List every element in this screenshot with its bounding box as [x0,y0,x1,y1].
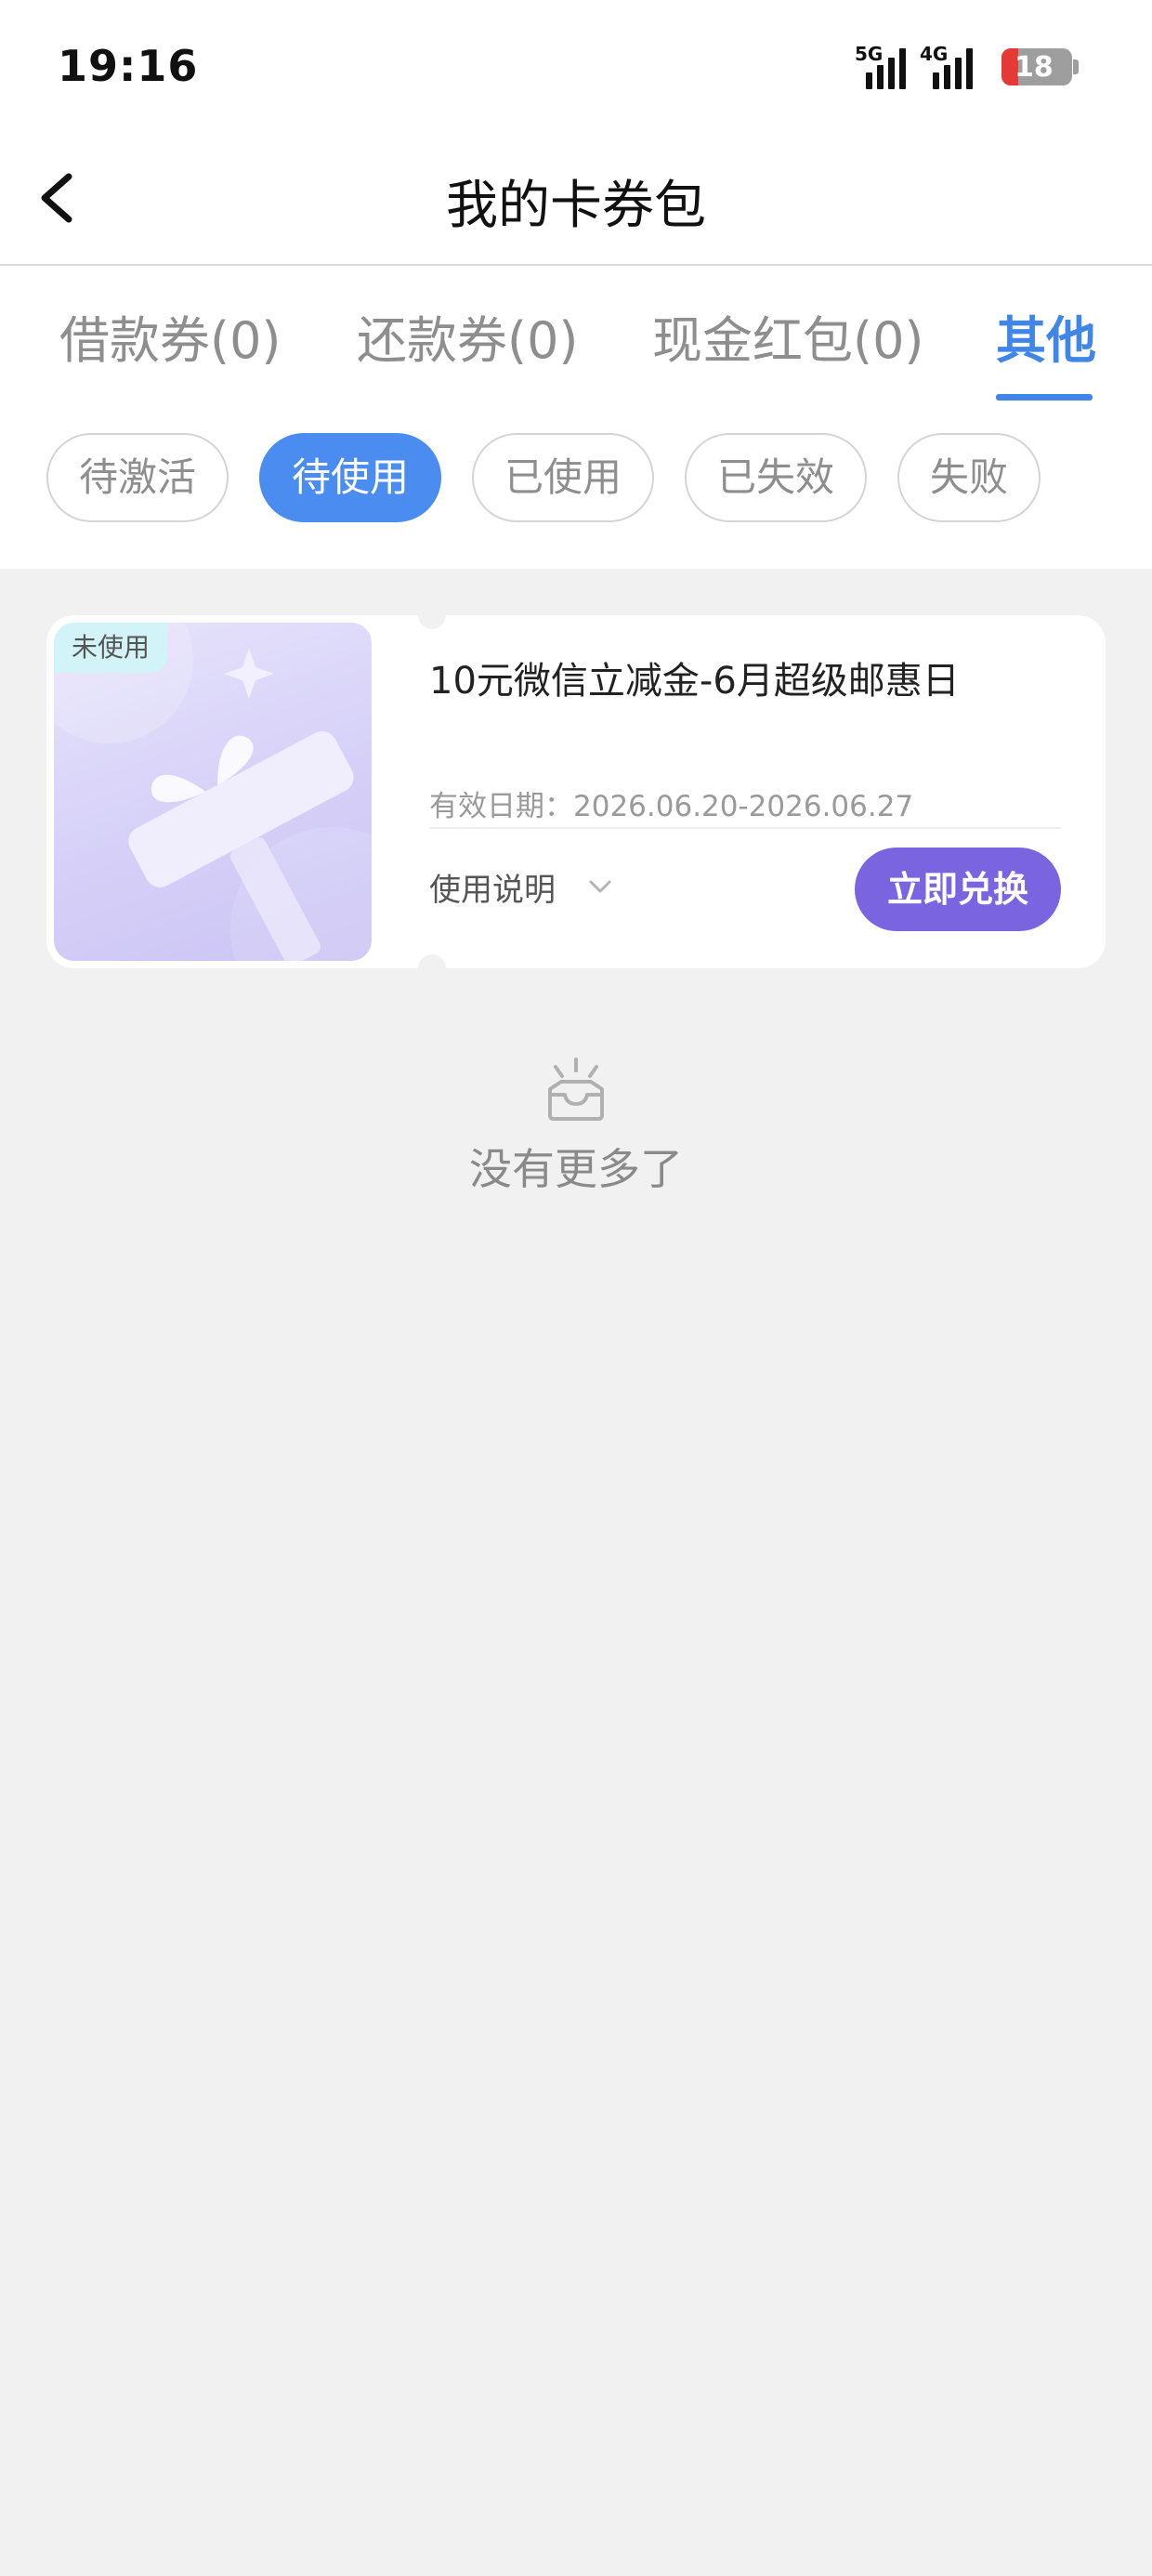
filter-pending-activation[interactable]: 待激活 [46,433,229,522]
usage-instructions-toggle[interactable]: 使用说明 [429,864,556,910]
unused-badge: 未使用 [54,623,167,673]
coupon-image: 未使用 [54,623,372,961]
sim2-label: 4G [920,43,949,65]
battery-level: 18 [1015,51,1054,84]
redeem-now-button[interactable]: 立即兑换 [855,848,1061,931]
status-time: 19:16 [58,41,199,91]
battery-icon: 18 [1001,48,1079,85]
signal-4g-icon: 4G [920,43,977,89]
chevron-down-icon[interactable] [585,872,615,901]
validity-period: 有效日期：2026.06.20-2026.06.27 [429,790,914,823]
header-divider [0,264,1152,266]
tab-other[interactable]: 其他 [996,299,1096,373]
page-title: 我的卡券包 [446,176,706,236]
tab-borrow-coupons[interactable]: 借款券(0) [59,299,281,373]
filter-pending-use[interactable]: 待使用 [259,433,441,522]
status-icons: 5G 4G 18 [847,43,1079,89]
tab-repay-coupons[interactable]: 还款券(0) [357,299,579,373]
filter-failed[interactable]: 失败 [897,433,1041,522]
ticket-notch-top [418,601,446,629]
card-divider [429,827,1061,829]
sim1-label: 5G [855,43,884,65]
coupon-title: 10元微信立减金-6月超级邮惠日 [429,660,960,703]
ticket-notch-bottom [418,954,446,982]
filter-expired[interactable]: 已失效 [685,433,867,522]
active-tab-indicator [996,394,1093,401]
no-more-text: 没有更多了 [469,1144,683,1194]
gift-illustration-icon [54,623,372,961]
signal-5g-icon: 5G [847,43,906,89]
coupon-card: 未使用 10元微信立减金-6月超级邮惠日 有效日期：2026.06.20-202… [46,601,1106,982]
filter-used[interactable]: 已使用 [472,433,654,522]
empty-inbox-icon [548,1058,604,1121]
tab-cash-red-packets[interactable]: 现金红包(0) [652,299,924,373]
